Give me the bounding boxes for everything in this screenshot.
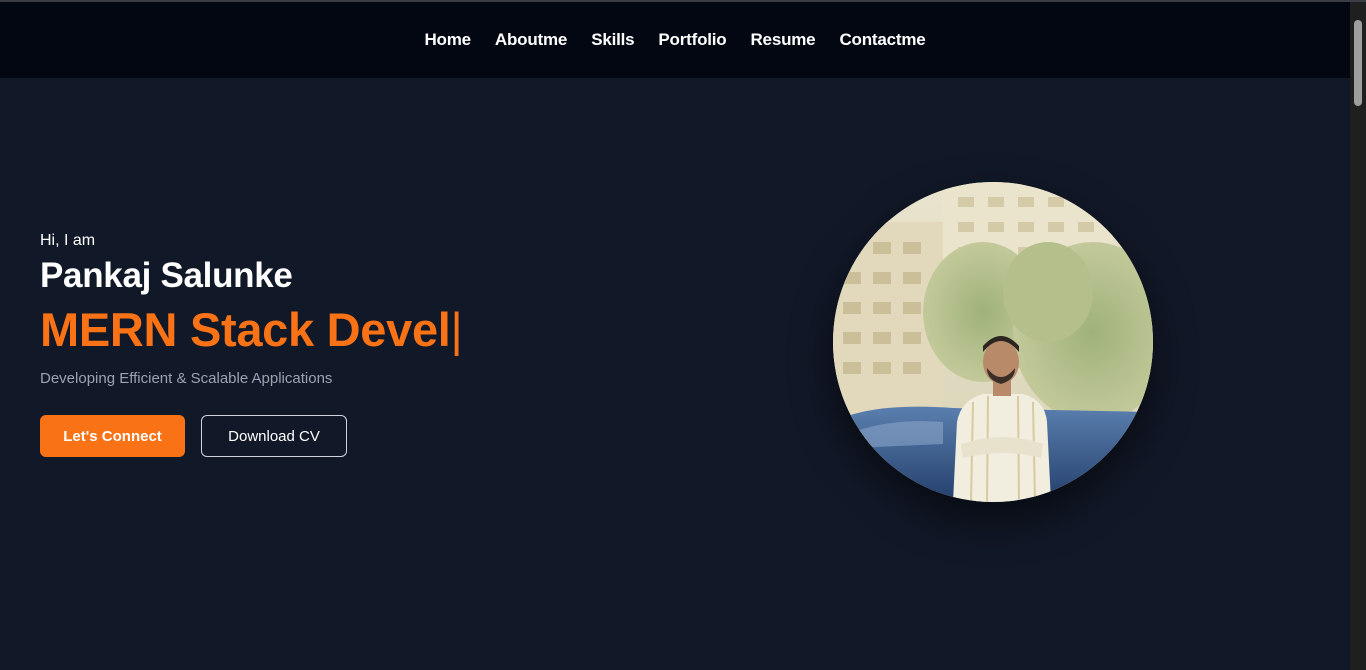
download-cv-button[interactable]: Download CV (201, 415, 347, 457)
hero-tagline: Developing Efficient & Scalable Applicat… (40, 370, 333, 387)
profile-photo (833, 182, 1153, 502)
nav-links: Home Aboutme Skills Portfolio Resume Con… (424, 30, 925, 50)
hero-name: Pankaj Salunke (40, 256, 293, 295)
nav-link-aboutme[interactable]: Aboutme (495, 30, 567, 50)
typing-cursor: | (450, 303, 463, 356)
nav-link-contactme[interactable]: Contactme (839, 30, 925, 50)
scrollbar-thumb[interactable] (1354, 20, 1362, 106)
lets-connect-button[interactable]: Let's Connect (40, 415, 185, 457)
nav-link-home[interactable]: Home (424, 30, 471, 50)
page-scrollbar[interactable] (1350, 2, 1366, 670)
hero-greeting: Hi, I am (40, 232, 96, 249)
profile-photo-illustration (833, 182, 1153, 502)
nav-link-skills[interactable]: Skills (591, 30, 634, 50)
hero-section: Hi, I am Pankaj Salunke MERN Stack Devel… (0, 78, 1350, 670)
nav-link-resume[interactable]: Resume (750, 30, 815, 50)
hero-role-text: MERN Stack Devel (40, 303, 451, 356)
navbar: Home Aboutme Skills Portfolio Resume Con… (0, 2, 1350, 78)
nav-link-portfolio[interactable]: Portfolio (658, 30, 726, 50)
hero-role: MERN Stack Devel| (40, 302, 463, 357)
